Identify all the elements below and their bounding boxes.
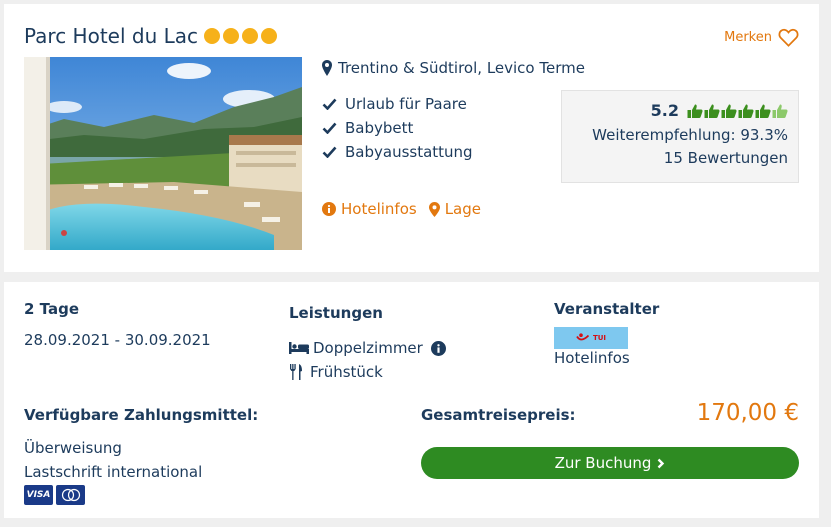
feature-item: Babyausstattung [322, 140, 473, 164]
thumbs-up-icon [687, 104, 703, 118]
rating-score: 5.2 [650, 101, 679, 120]
feature-item: Babybett [322, 116, 473, 140]
book-button[interactable]: Zur Buchung [421, 447, 799, 479]
merken-label: Merken [724, 30, 772, 45]
feature-item: Urlaub für Paare [322, 92, 473, 116]
thumbs-up-icon [704, 104, 720, 118]
check-icon [322, 146, 337, 158]
hotel-photo[interactable] [24, 57, 302, 250]
room-type: Doppelzimmer [289, 336, 446, 360]
feature-label: Babyausstattung [345, 143, 473, 161]
duration: 2 Tage [24, 300, 79, 318]
check-icon [322, 122, 337, 134]
thumbs-up-partial-icon [772, 104, 788, 118]
bed-icon [289, 342, 309, 354]
total-label: Gesamtreisepreis: [421, 406, 576, 424]
services-heading: Leistungen [289, 304, 383, 322]
payment-method: Überweisung [24, 439, 122, 457]
map-pin-icon [322, 60, 332, 76]
tui-logo-text: TUI [592, 334, 607, 342]
recommendation-rate: Weiterempfehlung: 93.3% [592, 126, 788, 144]
feature-label: Babybett [345, 119, 414, 137]
lage-link[interactable]: Lage [428, 200, 481, 218]
travel-dates: 28.09.2021 - 30.09.2021 [24, 331, 211, 349]
board-type: Frühstück [289, 360, 446, 384]
rating-top-row: 5.2 [562, 101, 788, 120]
offer-card: 2 Tage 28.09.2021 - 30.09.2021 Leistunge… [4, 282, 819, 518]
thumbs-up-icon [755, 104, 771, 118]
operator-hotelinfos-link[interactable]: Hotelinfos [554, 349, 630, 367]
location-row: Trentino & Südtirol, Levico Terme [322, 59, 585, 77]
check-icon [322, 98, 337, 110]
tui-smile-icon [576, 333, 590, 341]
rating-box[interactable]: 5.2 Weiterempfehlung: 93.3% 15 Bewertung… [561, 90, 799, 183]
star-icon [261, 28, 278, 44]
cutlery-icon [290, 364, 302, 380]
hotel-links: Hotelinfos Lage [322, 200, 481, 218]
chevron-right-icon [658, 458, 665, 468]
location-text: Trentino & Südtirol, Levico Terme [338, 59, 585, 77]
tui-logo: TUI [554, 327, 628, 349]
total-price: 170,00 € [696, 400, 799, 426]
star-rating [204, 28, 278, 44]
map-marker-icon [428, 201, 440, 217]
room-label: Doppelzimmer [313, 339, 423, 357]
hotel-title-row: Parc Hotel du Lac [24, 24, 278, 48]
visa-card-icon: VISA [24, 485, 53, 505]
info-icon [322, 202, 336, 216]
hotelinfos-label: Hotelinfos [341, 200, 417, 218]
payment-heading: Verfügbare Zahlungsmittel: [24, 406, 259, 424]
hotel-name[interactable]: Parc Hotel du Lac [24, 24, 198, 48]
services-list: Doppelzimmer Frühstück [289, 336, 446, 384]
payment-method: Lastschrift international [24, 463, 203, 481]
visa-label: VISA [26, 490, 51, 500]
feature-label: Urlaub für Paare [345, 95, 467, 113]
lage-label: Lage [444, 200, 481, 218]
thumbs-up-icon [721, 104, 737, 118]
merken-button[interactable]: Merken [724, 28, 799, 47]
payment-logos: VISA [24, 485, 85, 505]
star-icon [242, 28, 259, 44]
info-icon[interactable] [430, 340, 446, 356]
book-label: Zur Buchung [554, 454, 652, 472]
hotelinfos-link[interactable]: Hotelinfos [322, 200, 417, 218]
hotel-card: Parc Hotel du Lac Merken Trentino & Südt… [4, 4, 819, 272]
feature-list: Urlaub für Paare Babybett Babyausstattun… [322, 92, 473, 164]
heart-icon [778, 28, 799, 47]
star-icon [223, 28, 240, 44]
thumbs-rating [687, 103, 788, 119]
thumbs-up-icon [738, 104, 754, 118]
review-count: 15 Bewertungen [663, 149, 788, 167]
board-label: Frühstück [310, 363, 383, 381]
operator-heading: Veranstalter [554, 300, 660, 318]
star-icon [204, 28, 221, 44]
mastercard-icon [56, 485, 85, 505]
